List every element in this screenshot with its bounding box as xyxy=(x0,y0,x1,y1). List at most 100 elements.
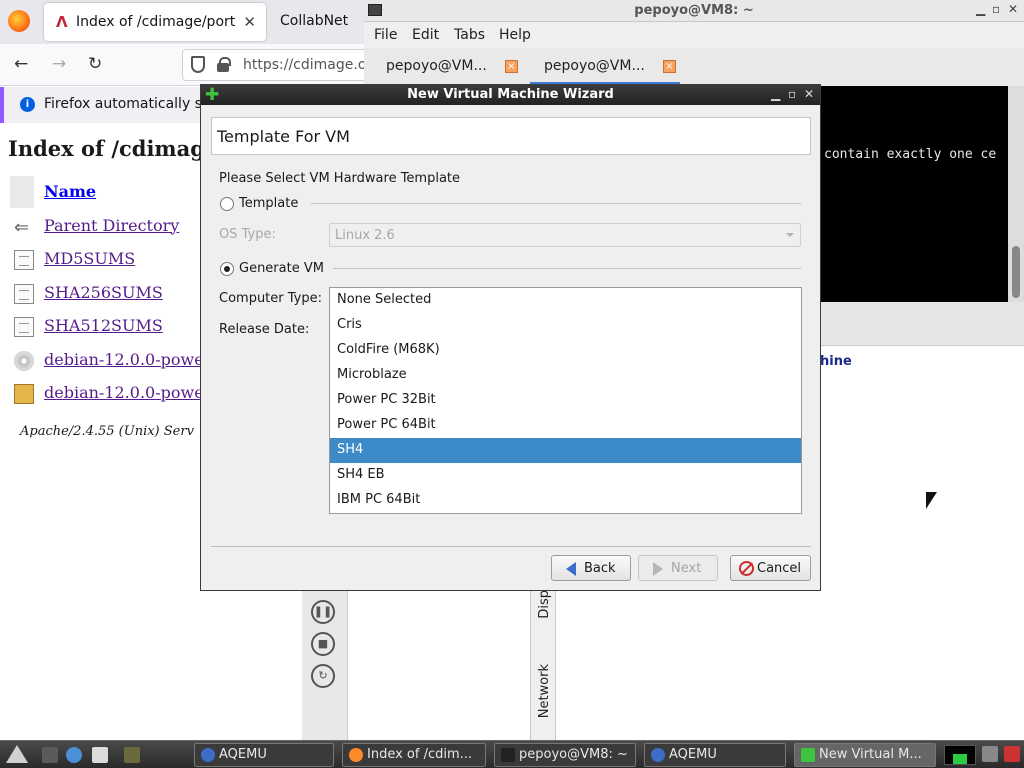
listing-row: SHA256SUMS xyxy=(10,277,200,311)
file-icon xyxy=(14,250,34,270)
lock-icon[interactable] xyxy=(217,57,231,73)
task-label: AQEMU xyxy=(669,747,717,762)
cancel-button-label: Cancel xyxy=(757,561,802,576)
file-link[interactable]: SHA256SUMS xyxy=(44,283,163,302)
back-button[interactable]: Back xyxy=(551,555,631,581)
reload-icon[interactable]: ↻ xyxy=(88,54,102,74)
task-aqemu-2[interactable]: AQEMU xyxy=(644,743,786,767)
shield-icon[interactable] xyxy=(191,56,205,73)
file-link[interactable]: SHA512SUMS xyxy=(44,316,163,335)
scrollbar-thumb[interactable] xyxy=(1012,246,1020,298)
listing-row: ⇐ Parent Directory xyxy=(10,210,200,244)
close-tab-icon[interactable]: × xyxy=(662,59,676,73)
notification-text: Firefox automatically se xyxy=(44,96,211,112)
task-firefox[interactable]: Index of /cdim... xyxy=(342,743,486,767)
firefox-logo-icon[interactable] xyxy=(8,10,30,32)
terminal-tab-2[interactable]: pepoyo@VM... × xyxy=(544,58,676,74)
maximize-icon[interactable]: ▫ xyxy=(788,87,796,101)
browser-icon[interactable] xyxy=(66,747,82,763)
start-menu-icon[interactable] xyxy=(6,745,28,763)
tray-app-icon[interactable] xyxy=(1004,746,1020,762)
forward-arrow-icon[interactable]: → xyxy=(52,54,66,74)
tab-display[interactable]: Disp xyxy=(537,590,552,619)
terminal-title: pepoyo@VM8: ~ xyxy=(634,3,754,18)
list-item[interactable]: None Selected xyxy=(330,288,801,313)
os-type-value: Linux 2.6 xyxy=(335,228,395,243)
tab-label: Index of /cdimage/ports/ xyxy=(76,14,236,30)
file-link[interactable]: debian-12.0.0-powe xyxy=(44,383,204,402)
dialog-title-bar[interactable]: ✚ New Virtual Machine Wizard ▁ ▫ ✕ xyxy=(201,85,820,105)
menu-tabs[interactable]: Tabs xyxy=(454,27,485,43)
terminal-tab-1[interactable]: pepoyo@VM... × xyxy=(386,58,518,74)
minimize-icon[interactable]: ▁ xyxy=(771,87,780,101)
computer-type-label: Computer Type: xyxy=(219,291,322,306)
firefox-tab-collabnet[interactable]: CollabNet xyxy=(280,13,348,29)
back-arrow-icon[interactable]: ← xyxy=(14,54,28,74)
header-blank-cell xyxy=(10,176,34,208)
terminal-icon xyxy=(501,748,515,762)
pause-icon[interactable]: ❚❚ xyxy=(311,600,335,624)
list-item[interactable]: Cris xyxy=(330,313,801,338)
cancel-icon xyxy=(739,561,754,576)
aqemu-lower-panel xyxy=(300,590,1024,740)
list-item[interactable]: ColdFire (M68K) xyxy=(330,338,801,363)
list-item[interactable]: Microblaze xyxy=(330,363,801,388)
firefox-tab-cdimage[interactable]: Λ Index of /cdimage/ports/ ✕ xyxy=(44,3,266,41)
close-icon[interactable]: ✕ xyxy=(804,87,814,101)
template-prompt: Please Select VM Hardware Template xyxy=(219,171,461,186)
close-icon[interactable]: ✕ xyxy=(1008,2,1018,16)
file-link[interactable]: MD5SUMS xyxy=(44,249,135,268)
generate-vm-radio[interactable] xyxy=(220,262,234,276)
aqemu-icon xyxy=(201,748,215,762)
task-new-vm-wizard[interactable]: New Virtual M... xyxy=(794,743,936,767)
template-radio-label[interactable]: Template xyxy=(239,196,298,211)
parent-directory-link[interactable]: Parent Directory xyxy=(44,216,179,235)
menu-help[interactable]: Help xyxy=(499,27,531,43)
list-item-selected[interactable]: SH4 xyxy=(330,438,801,463)
release-date-label: Release Date: xyxy=(219,322,310,337)
computer-type-list[interactable]: None Selected Cris ColdFire (M68K) Micro… xyxy=(329,287,802,514)
listing-header: Name xyxy=(10,176,200,210)
plus-icon xyxy=(801,748,815,762)
terminal-tab-label: pepoyo@VM... xyxy=(386,58,487,74)
list-item[interactable]: IBM PC 64Bit xyxy=(330,488,801,513)
list-item[interactable]: SH4 EB xyxy=(330,463,801,488)
template-radio[interactable] xyxy=(220,197,234,211)
minimize-icon[interactable]: ▁ xyxy=(976,2,985,16)
task-terminal[interactable]: pepoyo@VM8: ~ xyxy=(494,743,636,767)
url-bar[interactable]: https://cdimage.o xyxy=(182,49,382,81)
task-aqemu[interactable]: AQEMU xyxy=(194,743,334,767)
terminal-output-line: contain exactly one ce xyxy=(824,147,997,162)
cancel-button[interactable]: Cancel xyxy=(730,555,811,581)
os-type-label: OS Type: xyxy=(219,227,276,242)
url-text[interactable]: https://cdimage.o xyxy=(243,57,366,73)
tab-network[interactable]: Network xyxy=(537,664,552,718)
close-tab-icon[interactable]: ✕ xyxy=(243,13,256,31)
terminal-launcher-icon[interactable] xyxy=(124,747,140,763)
show-desktop-icon[interactable] xyxy=(42,747,58,763)
maximize-icon[interactable]: ▫ xyxy=(992,2,1000,16)
firefox-tab-bar: Λ Index of /cdimage/ports/ ✕ CollabNet xyxy=(0,0,370,44)
wizard-page-title: Template For VM xyxy=(217,127,350,146)
menu-edit[interactable]: Edit xyxy=(412,27,439,43)
os-type-select[interactable]: Linux 2.6 xyxy=(329,223,801,247)
group-separator xyxy=(333,268,801,269)
close-tab-icon[interactable]: × xyxy=(504,59,518,73)
generate-vm-radio-label[interactable]: Generate VM xyxy=(239,261,324,276)
reset-icon[interactable]: ↻ xyxy=(311,664,335,688)
name-column-header[interactable]: Name xyxy=(44,182,96,201)
network-tray-icon[interactable] xyxy=(982,746,998,762)
stop-icon[interactable]: ■ xyxy=(311,632,335,656)
chevron-down-icon xyxy=(786,233,794,237)
next-button[interactable]: Next xyxy=(638,555,718,581)
menu-file[interactable]: File xyxy=(374,27,397,43)
terminal-scrollbar[interactable] xyxy=(1008,86,1024,302)
aqemu-vm-toolbar: ❚❚ ■ ↻ xyxy=(302,590,348,740)
list-item[interactable]: Power PC 64Bit xyxy=(330,413,801,438)
next-arrow-icon xyxy=(653,562,663,576)
list-item[interactable]: Power PC 32Bit xyxy=(330,388,801,413)
button-separator xyxy=(211,546,811,547)
file-link[interactable]: debian-12.0.0-powe xyxy=(44,350,204,369)
file-manager-icon[interactable] xyxy=(92,747,108,763)
cpu-monitor-icon[interactable] xyxy=(944,745,976,765)
